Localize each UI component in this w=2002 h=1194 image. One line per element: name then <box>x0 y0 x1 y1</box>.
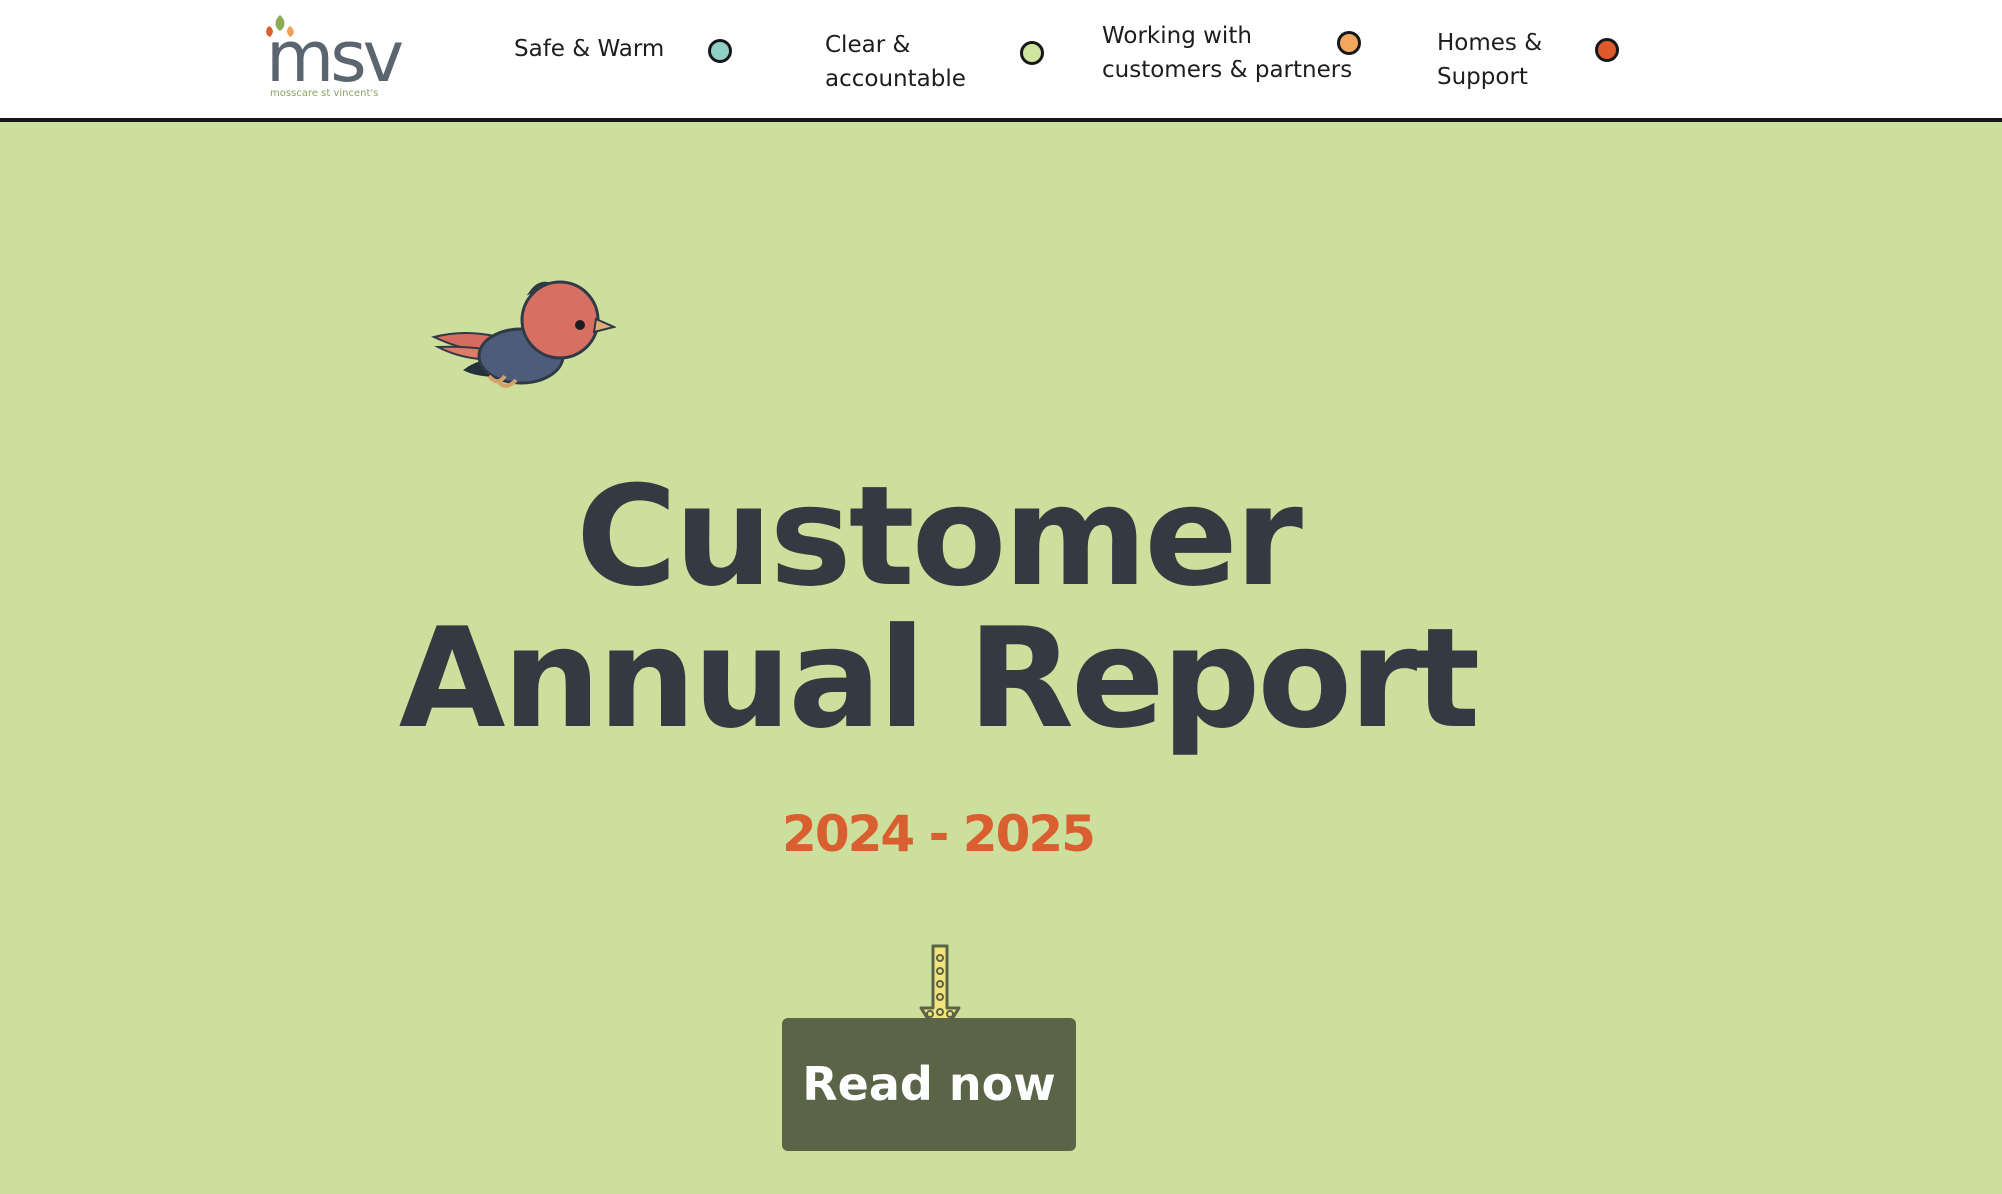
logo-subtext: mosscare st vincent's <box>270 88 379 99</box>
top-navigation-bar: msv mosscare st vincent's Safe & Warm Cl… <box>0 0 2002 122</box>
msv-logo-link[interactable]: msv mosscare st vincent's <box>254 10 404 105</box>
clear-and-accountable-dot-icon <box>1020 41 1044 65</box>
heading-line-customer: Customer <box>576 456 1303 617</box>
heading-line-annual-report: Annual Report <box>398 598 1480 759</box>
nav-item-label: Safe & Warm <box>514 36 665 62</box>
nav-item-homes-and-support[interactable]: Homes & Support <box>1437 26 1567 94</box>
working-with-customers-and-partners-dot-icon <box>1337 31 1361 55</box>
homes-and-support-dot-icon <box>1595 38 1619 62</box>
annual-report-page: msv mosscare st vincent's Safe & Warm Cl… <box>0 0 2002 1194</box>
bird-illustration-icon <box>431 280 616 388</box>
nav-item-label: Working with customers & partners <box>1102 23 1353 83</box>
safe-and-warm-dot-icon <box>708 39 732 63</box>
logo-wordmark: msv <box>266 16 404 98</box>
annual-report-heading: Customer Annual Report <box>342 466 1534 750</box>
nav-item-label: Homes & Support <box>1437 30 1543 90</box>
nav-item-safe-and-warm[interactable]: Safe & Warm <box>514 32 684 66</box>
nav-item-label: Clear & accountable <box>825 32 966 92</box>
year-range: 2024 - 2025 <box>782 805 1096 863</box>
read-now-button[interactable]: Read now <box>782 1018 1076 1151</box>
nav-item-clear-and-accountable[interactable]: Clear & accountable <box>825 28 985 96</box>
nav-item-working-with-customers-and-partners[interactable]: Working with customers & partners <box>1102 19 1372 87</box>
